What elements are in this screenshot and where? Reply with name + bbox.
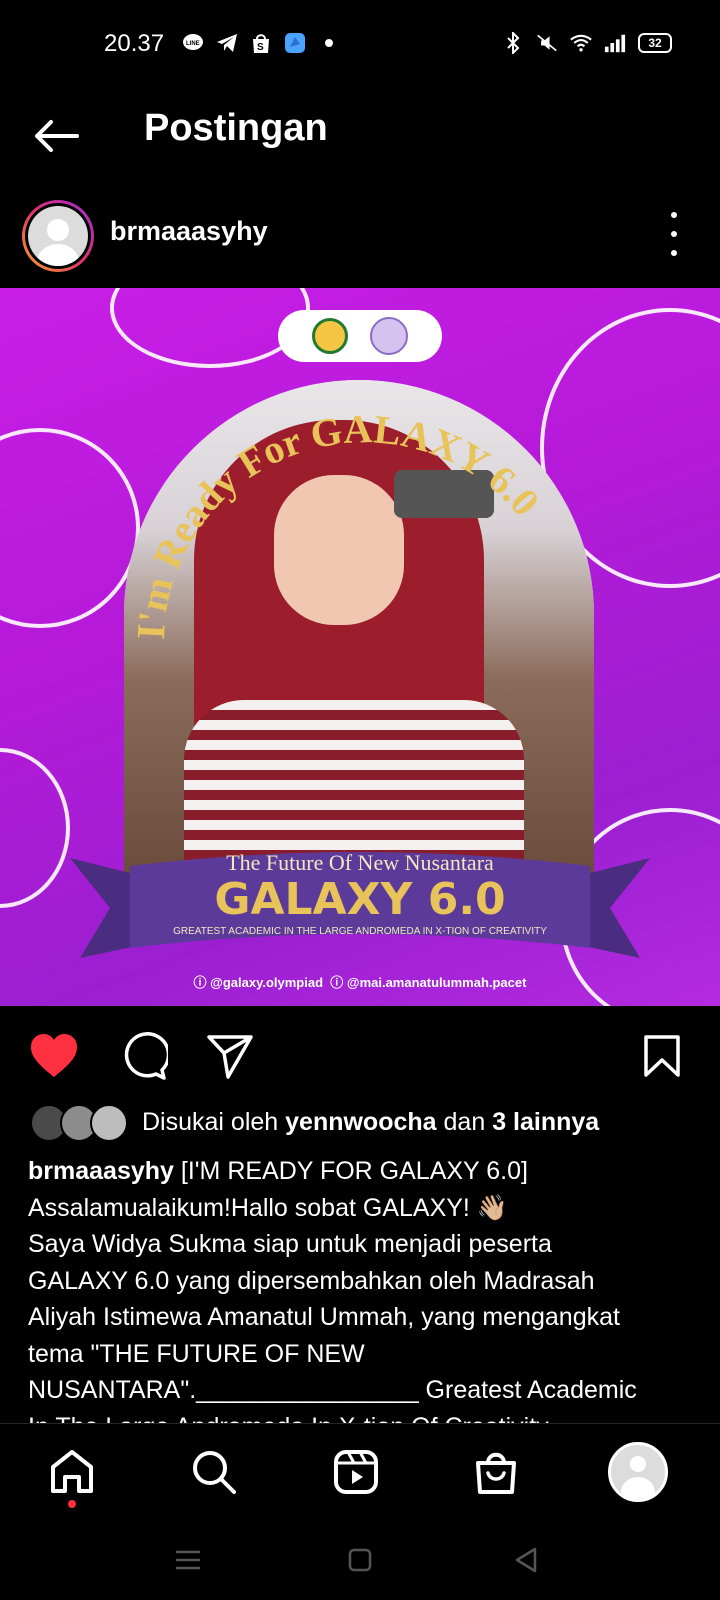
- story-avatar[interactable]: [22, 200, 94, 272]
- status-bar: 20.37 LINE S 32: [0, 0, 720, 90]
- telegram-icon: [216, 32, 238, 54]
- line-icon: LINE: [182, 32, 204, 54]
- mute-icon: [536, 32, 558, 54]
- nav-reels[interactable]: [324, 1440, 388, 1504]
- event-logo-icon: [370, 317, 408, 355]
- liker-avatars: [30, 1104, 128, 1142]
- photo-arch: I'm Ready For GALAXY 6.0: [124, 380, 594, 880]
- reels-icon: [334, 1450, 378, 1494]
- dot-icon: [318, 32, 340, 54]
- svg-text:The Future Of New Nusantara: The Future Of New Nusantara: [226, 850, 494, 875]
- bookmark-icon: [644, 1035, 680, 1077]
- bluetooth-icon: [502, 32, 524, 54]
- school-logo-icon: [312, 318, 348, 354]
- back-nav-button[interactable]: [506, 1540, 546, 1580]
- likes-others[interactable]: 3 lainnya: [492, 1108, 599, 1136]
- social-handles: ⓘ @galaxy.olympiad ⓘ @mai.amanatulummah.…: [193, 975, 527, 990]
- social-handle-1: @galaxy.olympiad: [210, 975, 324, 990]
- likes-summary[interactable]: Disukai oleh yennwoocha dan 3 lainnya: [0, 1100, 720, 1146]
- send-icon: [207, 1035, 253, 1079]
- post-header: brmaaasyhy: [0, 190, 720, 286]
- home-notification-dot: [68, 1500, 76, 1508]
- menu-icon: [176, 1550, 200, 1570]
- shop-icon: [476, 1452, 516, 1494]
- wifi-icon: [570, 32, 592, 54]
- search-icon: [193, 1451, 236, 1494]
- svg-text:GREATEST ACADEMIC IN THE LARGE: GREATEST ACADEMIC IN THE LARGE ANDROMEDA…: [173, 926, 547, 937]
- system-navigation: [0, 1520, 720, 1600]
- avatar: [28, 206, 88, 266]
- app-icon: [284, 32, 306, 54]
- recent-apps-button[interactable]: [168, 1540, 208, 1580]
- signal-icon: [604, 32, 626, 54]
- decor-planet: [0, 748, 70, 908]
- nav-shop[interactable]: [464, 1440, 528, 1504]
- sponsor-logos: [278, 310, 442, 362]
- likes-text: Disukai oleh yennwoocha dan 3 lainnya: [142, 1108, 600, 1136]
- svg-text:GALAXY 6.0: GALAXY 6.0: [214, 874, 505, 925]
- share-button[interactable]: [204, 1030, 256, 1082]
- square-icon: [348, 1548, 372, 1572]
- nav-search[interactable]: [182, 1440, 246, 1504]
- save-button[interactable]: [636, 1030, 688, 1082]
- like-button[interactable]: [28, 1030, 80, 1082]
- top-app-bar: Postingan: [0, 90, 720, 190]
- status-time: 20.37: [104, 30, 165, 57]
- heart-filled-icon: [31, 1034, 77, 1077]
- svg-text:LINE: LINE: [186, 41, 200, 47]
- post-image[interactable]: I'm Ready For GALAXY 6.0 The Future Of N…: [0, 288, 720, 1006]
- post-caption[interactable]: brmaaasyhy [I'M READY FOR GALAXY 6.0] As…: [28, 1153, 700, 1423]
- system-icons: 32: [502, 32, 672, 54]
- triangle-back-icon: [515, 1547, 537, 1573]
- event-ribbon: The Future Of New Nusantara GALAXY 6.0 G…: [70, 850, 650, 958]
- home-button[interactable]: [340, 1540, 380, 1580]
- svg-text:I'm Ready For GALAXY 6.0: I'm Ready For GALAXY 6.0: [128, 406, 549, 640]
- post-actions: [0, 1006, 720, 1102]
- liker-username[interactable]: yennwoocha: [285, 1108, 436, 1136]
- post-username[interactable]: brmaaasyhy: [110, 216, 268, 247]
- home-icon: [51, 1450, 93, 1493]
- comment-button[interactable]: [118, 1030, 170, 1082]
- nav-home[interactable]: [40, 1440, 104, 1504]
- avatar: [90, 1104, 128, 1142]
- page-title: Postingan: [144, 107, 328, 149]
- caption-username[interactable]: brmaaasyhy: [28, 1157, 174, 1185]
- social-handle-2: @mai.amanatulummah.pacet: [346, 975, 527, 990]
- avatar: [608, 1442, 668, 1502]
- more-options-button[interactable]: [664, 212, 684, 256]
- nav-profile[interactable]: [606, 1440, 670, 1504]
- arch-title: I'm Ready For GALAXY 6.0: [128, 406, 549, 640]
- notification-icons: LINE S: [182, 32, 340, 54]
- battery-icon: 32: [638, 33, 672, 53]
- svg-text:S: S: [257, 42, 264, 53]
- bottom-navigation: [0, 1423, 720, 1519]
- back-button[interactable]: [28, 108, 84, 164]
- comment-icon: [124, 1032, 168, 1080]
- shopee-icon: S: [250, 32, 272, 54]
- back-arrow-icon: [35, 120, 79, 152]
- decor-planet: [0, 428, 140, 628]
